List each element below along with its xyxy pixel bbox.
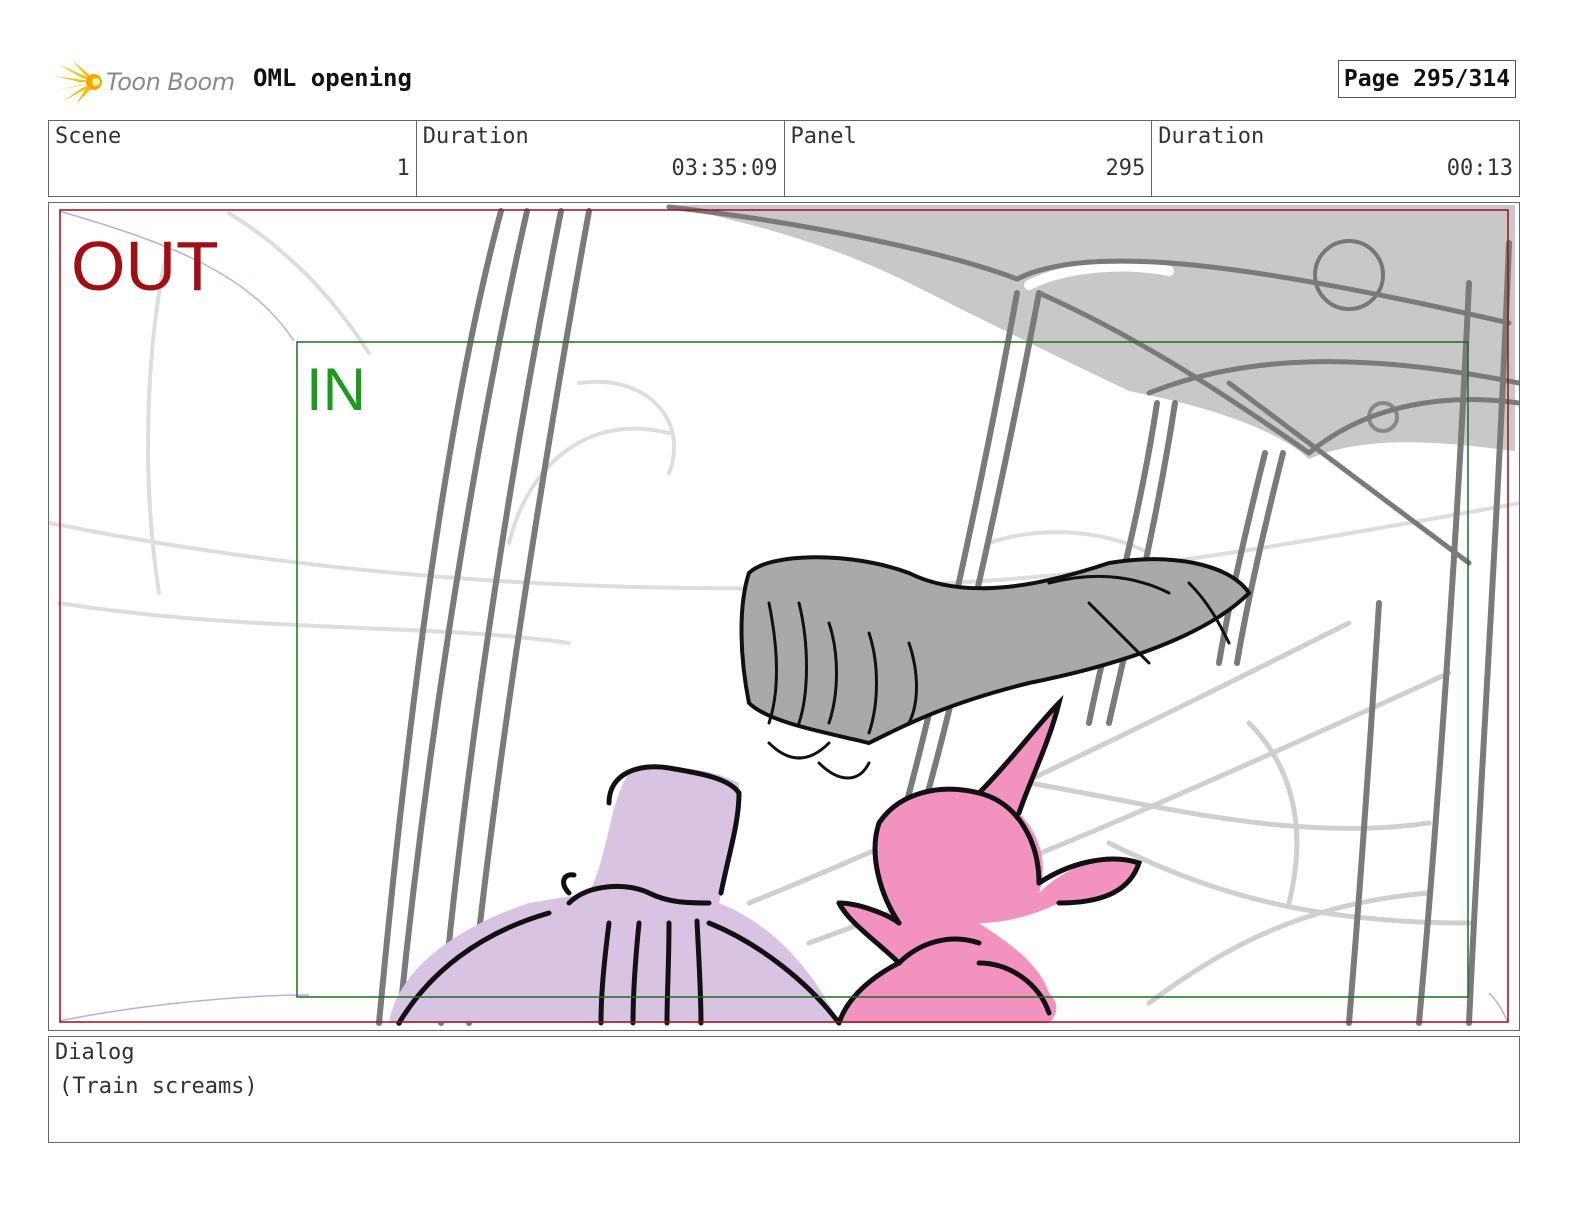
page-header: Toon Boom OML opening Page 295/314 (48, 54, 1538, 106)
in-frame-label: IN (306, 356, 366, 423)
scene-duration-cell: Duration 03:35:09 (417, 121, 785, 196)
dialog-section: Dialog (Train screams) (48, 1036, 1520, 1143)
scene-info-table: Scene 1 Duration 03:35:09 Panel 295 Dura… (48, 120, 1520, 197)
out-frame-label: OUT (71, 227, 219, 305)
dialog-label: Dialog (55, 1040, 135, 1065)
scene-value: 1 (396, 156, 410, 181)
panel-cell: Panel 295 (785, 121, 1153, 196)
panel-label: Panel (790, 124, 857, 149)
scene-cell: Scene 1 (49, 121, 417, 196)
panel-sketch (49, 204, 1519, 1026)
page-indicator: Page 295/314 (1338, 60, 1516, 98)
panel-duration-value: 00:13 (1446, 156, 1513, 181)
dialog-text: (Train screams) (59, 1074, 258, 1099)
starburst-icon (54, 60, 102, 104)
project-title: OML opening (253, 64, 412, 92)
panel-duration-label: Duration (1158, 124, 1265, 149)
panel-value: 295 (1105, 156, 1146, 181)
scene-duration-label: Duration (422, 124, 529, 149)
scene-label: Scene (55, 124, 122, 149)
logo-text: Toon Boom (106, 68, 235, 96)
scene-duration-value: 03:35:09 (671, 156, 778, 181)
toon-boom-logo: Toon Boom (52, 58, 242, 108)
panel-duration-cell: Duration 00:13 (1152, 121, 1519, 196)
storyboard-panel: OUT IN (48, 202, 1520, 1031)
